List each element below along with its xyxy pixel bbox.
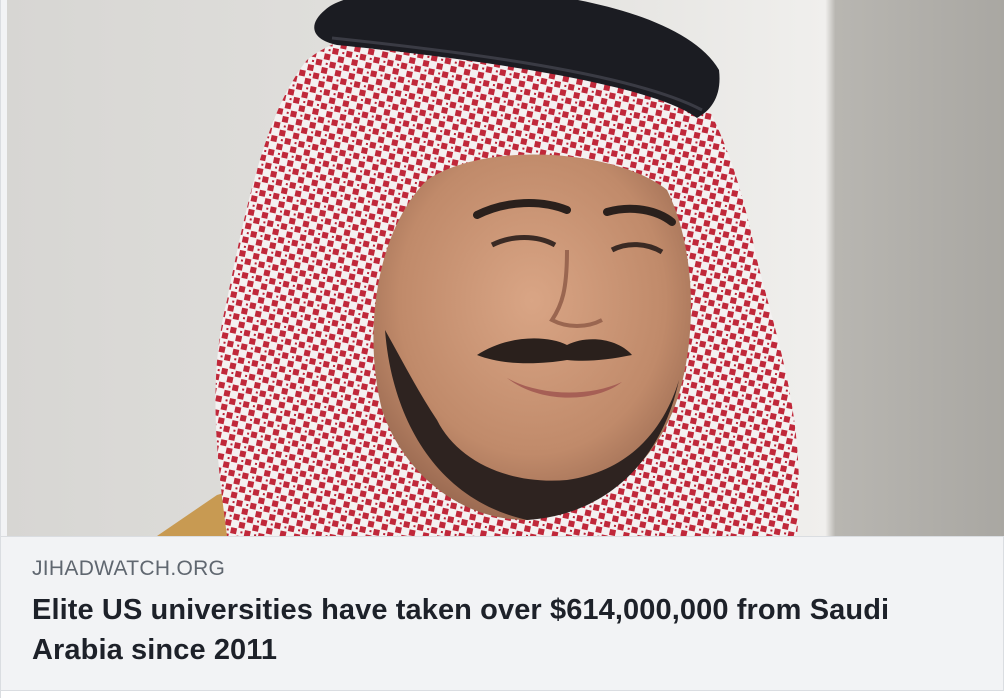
link-preview-caption[interactable]: JIHADWATCH.ORG Elite US universities hav… bbox=[32, 556, 979, 670]
link-headline[interactable]: Elite US universities have taken over $6… bbox=[32, 590, 979, 670]
link-domain: JIHADWATCH.ORG bbox=[32, 557, 226, 580]
link-preview-card[interactable]: JIHADWATCH.ORG Elite US universities hav… bbox=[0, 0, 1004, 699]
link-preview-image[interactable] bbox=[7, 0, 1004, 536]
image-divider bbox=[1, 536, 1004, 537]
portrait-photo bbox=[7, 0, 1004, 536]
